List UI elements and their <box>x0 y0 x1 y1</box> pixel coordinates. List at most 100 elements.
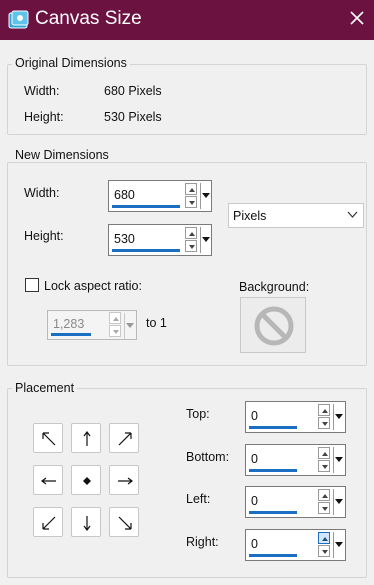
background-swatch[interactable] <box>240 297 306 353</box>
right-increment-button[interactable] <box>318 532 330 544</box>
top-decrement-button[interactable] <box>318 417 330 429</box>
ratio-increment-button[interactable] <box>109 312 121 324</box>
arrow-down-icon <box>113 330 119 334</box>
original-height-label: Height: <box>24 110 64 124</box>
bottom-offset-spinbox[interactable]: 0 <box>245 444 346 476</box>
left-increment-button[interactable] <box>318 489 330 501</box>
anchor-left-button[interactable] <box>33 465 63 495</box>
ratio-dropdown-button[interactable] <box>124 313 134 339</box>
anchor-bottom-button[interactable] <box>71 507 101 537</box>
original-dimensions-group <box>7 64 367 135</box>
top-offset-label: Top: <box>186 407 210 421</box>
left-offset-bar <box>249 511 297 514</box>
arrow-left-icon <box>41 477 56 485</box>
original-width-value: 680 Pixels <box>104 84 162 98</box>
height-value: 530 <box>114 232 135 246</box>
arrow-up-right-icon <box>118 432 132 446</box>
chevron-down-icon <box>347 211 358 218</box>
right-dropdown-button[interactable] <box>333 532 343 558</box>
aspect-ratio-spinbox[interactable]: 1,283 <box>47 310 137 340</box>
width-increment-button[interactable] <box>185 183 197 195</box>
top-increment-button[interactable] <box>318 404 330 416</box>
anchor-top-button[interactable] <box>71 423 101 453</box>
left-dropdown-button[interactable] <box>333 489 343 515</box>
ratio-suffix-label: to 1 <box>146 316 167 330</box>
anchor-bottom-right-button[interactable] <box>109 507 139 537</box>
lock-aspect-checkbox[interactable] <box>25 278 39 292</box>
triangle-down-icon <box>335 414 343 419</box>
arrow-down-icon <box>322 422 328 426</box>
arrow-up-icon <box>189 232 195 236</box>
units-select[interactable]: Pixels <box>228 203 364 228</box>
left-offset-value: 0 <box>251 494 258 508</box>
arrow-down-icon <box>189 201 195 205</box>
anchor-center-button[interactable] <box>71 465 101 495</box>
arrow-up-icon <box>83 431 91 446</box>
new-width-label: Width: <box>24 186 60 200</box>
canvas-size-app-icon <box>8 10 29 29</box>
height-decrement-button[interactable] <box>185 240 197 252</box>
arrow-right-icon <box>118 477 133 485</box>
top-dropdown-button[interactable] <box>333 404 343 430</box>
top-offset-value: 0 <box>251 409 258 423</box>
height-spinbox[interactable]: 530 <box>108 224 212 256</box>
arrow-down-icon <box>322 465 328 469</box>
title-bar: Canvas Size <box>0 0 374 40</box>
triangle-down-icon <box>126 323 134 328</box>
arrow-down-icon <box>322 507 328 511</box>
bottom-increment-button[interactable] <box>318 447 330 459</box>
anchor-top-left-button[interactable] <box>33 423 63 453</box>
window-title: Canvas Size <box>35 8 142 29</box>
bottom-offset-value: 0 <box>251 452 258 466</box>
lock-aspect-label: Lock aspect ratio: <box>44 279 142 293</box>
height-value-bar <box>112 249 180 252</box>
arrow-up-icon <box>322 452 328 456</box>
arrow-down-left-icon <box>42 516 56 530</box>
anchor-right-button[interactable] <box>109 465 139 495</box>
arrow-up-icon <box>322 409 328 413</box>
arrow-down-icon <box>189 245 195 249</box>
width-decrement-button[interactable] <box>185 196 197 208</box>
bottom-offset-bar <box>249 469 297 472</box>
right-offset-value: 0 <box>251 537 258 551</box>
top-offset-spinbox[interactable]: 0 <box>245 401 346 433</box>
bottom-dropdown-button[interactable] <box>333 447 343 473</box>
top-offset-bar <box>249 426 297 429</box>
arrow-up-icon <box>113 317 119 321</box>
width-value: 680 <box>114 188 135 202</box>
anchor-top-right-button[interactable] <box>109 423 139 453</box>
height-dropdown-button[interactable] <box>200 227 210 253</box>
original-dimensions-label: Original Dimensions <box>12 56 130 70</box>
triangle-down-icon <box>202 237 210 242</box>
aspect-ratio-value: 1,283 <box>53 317 85 331</box>
units-selected-value: Pixels <box>233 209 267 223</box>
triangle-down-icon <box>335 542 343 547</box>
right-offset-spinbox[interactable]: 0 <box>245 529 346 561</box>
center-dot-icon <box>83 477 91 485</box>
width-dropdown-button[interactable] <box>200 183 210 209</box>
right-decrement-button[interactable] <box>318 545 330 557</box>
height-increment-button[interactable] <box>185 227 197 239</box>
width-value-bar <box>112 205 180 208</box>
arrow-up-left-icon <box>42 432 56 446</box>
arrow-down-icon <box>83 516 91 531</box>
triangle-down-icon <box>335 457 343 462</box>
arrow-up-icon <box>322 537 328 541</box>
right-offset-label: Right: <box>186 535 219 549</box>
width-spinbox[interactable]: 680 <box>108 180 212 212</box>
left-decrement-button[interactable] <box>318 502 330 514</box>
anchor-bottom-left-button[interactable] <box>33 507 63 537</box>
background-label: Background: <box>239 280 310 294</box>
aspect-ratio-bar <box>51 333 91 336</box>
bottom-decrement-button[interactable] <box>318 460 330 472</box>
ratio-decrement-button[interactable] <box>109 325 121 337</box>
arrow-down-right-icon <box>118 516 132 530</box>
no-symbol-icon <box>254 306 294 346</box>
left-offset-spinbox[interactable]: 0 <box>245 486 346 518</box>
new-height-label: Height: <box>24 229 64 243</box>
arrow-up-icon <box>322 494 328 498</box>
arrow-up-icon <box>189 188 195 192</box>
right-offset-bar <box>249 554 297 557</box>
left-offset-label: Left: <box>186 492 211 506</box>
close-icon[interactable] <box>348 9 366 27</box>
